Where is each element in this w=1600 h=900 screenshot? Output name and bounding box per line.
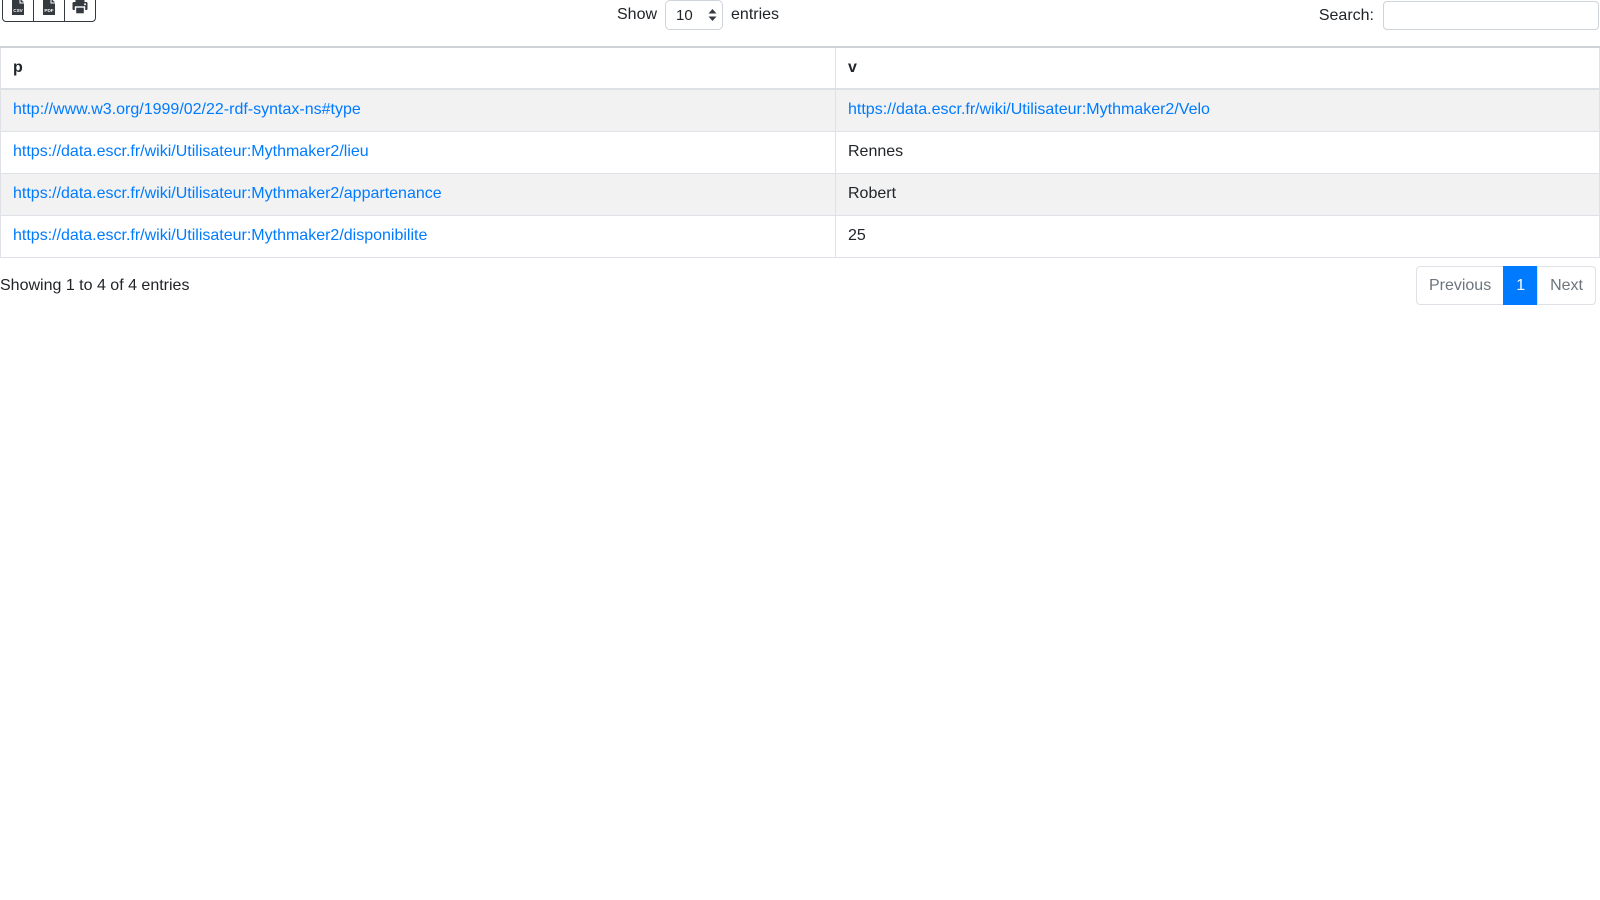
value-cell: Robert (836, 173, 1600, 215)
print-button[interactable] (64, 0, 96, 22)
table-row: http://www.w3.org/1999/02/22-rdf-syntax-… (1, 89, 1600, 131)
predicate-link[interactable]: https://data.escr.fr/wiki/Utilisateur:My… (13, 143, 369, 160)
csv-export-button[interactable]: CSV (2, 0, 34, 22)
svg-text:PDF: PDF (44, 8, 53, 13)
pdf-export-button[interactable]: PDF (33, 0, 65, 22)
table-row: https://data.escr.fr/wiki/Utilisateur:My… (1, 131, 1600, 173)
search-control: Search: (1319, 1, 1599, 30)
value-cell: 25 (836, 215, 1600, 257)
results-table: p v http://www.w3.org/1999/02/22-rdf-syn… (0, 46, 1600, 258)
value-link[interactable]: https://data.escr.fr/wiki/Utilisateur:My… (848, 101, 1210, 118)
table-row: https://data.escr.fr/wiki/Utilisateur:My… (1, 215, 1600, 257)
table-info-text: Showing 1 to 4 of 4 entries (0, 277, 189, 295)
table-row: https://data.escr.fr/wiki/Utilisateur:My… (1, 173, 1600, 215)
file-csv-icon: CSV (11, 0, 25, 15)
pagination-page-1-label: 1 (1503, 266, 1538, 305)
pagination-page-1[interactable]: 1 (1504, 266, 1538, 305)
value-cell: Rennes (836, 131, 1600, 173)
predicate-link[interactable]: http://www.w3.org/1999/02/22-rdf-syntax-… (13, 101, 361, 118)
pagination-previous[interactable]: Previous (1416, 266, 1504, 305)
search-input[interactable] (1383, 1, 1599, 30)
search-label: Search: (1319, 7, 1374, 25)
datatable-footer: Showing 1 to 4 of 4 entries Previous 1 N… (0, 267, 1600, 305)
file-pdf-icon: PDF (42, 0, 56, 15)
header-row: p v (1, 47, 1600, 89)
page-length-control: Show 10 entries (617, 0, 779, 30)
column-header-v[interactable]: v (836, 47, 1600, 89)
datatable-toolbar: CSV PDF Show 10 (0, 0, 1600, 46)
page-length-label-before: Show (617, 6, 657, 24)
pagination: Previous 1 Next (1416, 266, 1596, 305)
pagination-previous-label: Previous (1416, 266, 1504, 305)
page-length-select[interactable]: 10 (665, 0, 723, 30)
export-button-group: CSV PDF (2, 0, 96, 22)
column-header-p[interactable]: p (1, 47, 836, 89)
pagination-next-label: Next (1537, 266, 1596, 305)
predicate-link[interactable]: https://data.escr.fr/wiki/Utilisateur:My… (13, 185, 442, 202)
page-length-label-after: entries (731, 6, 779, 24)
pagination-next[interactable]: Next (1538, 266, 1596, 305)
print-icon (72, 0, 88, 15)
svg-text:CSV: CSV (13, 8, 23, 13)
predicate-link[interactable]: https://data.escr.fr/wiki/Utilisateur:My… (13, 227, 427, 244)
